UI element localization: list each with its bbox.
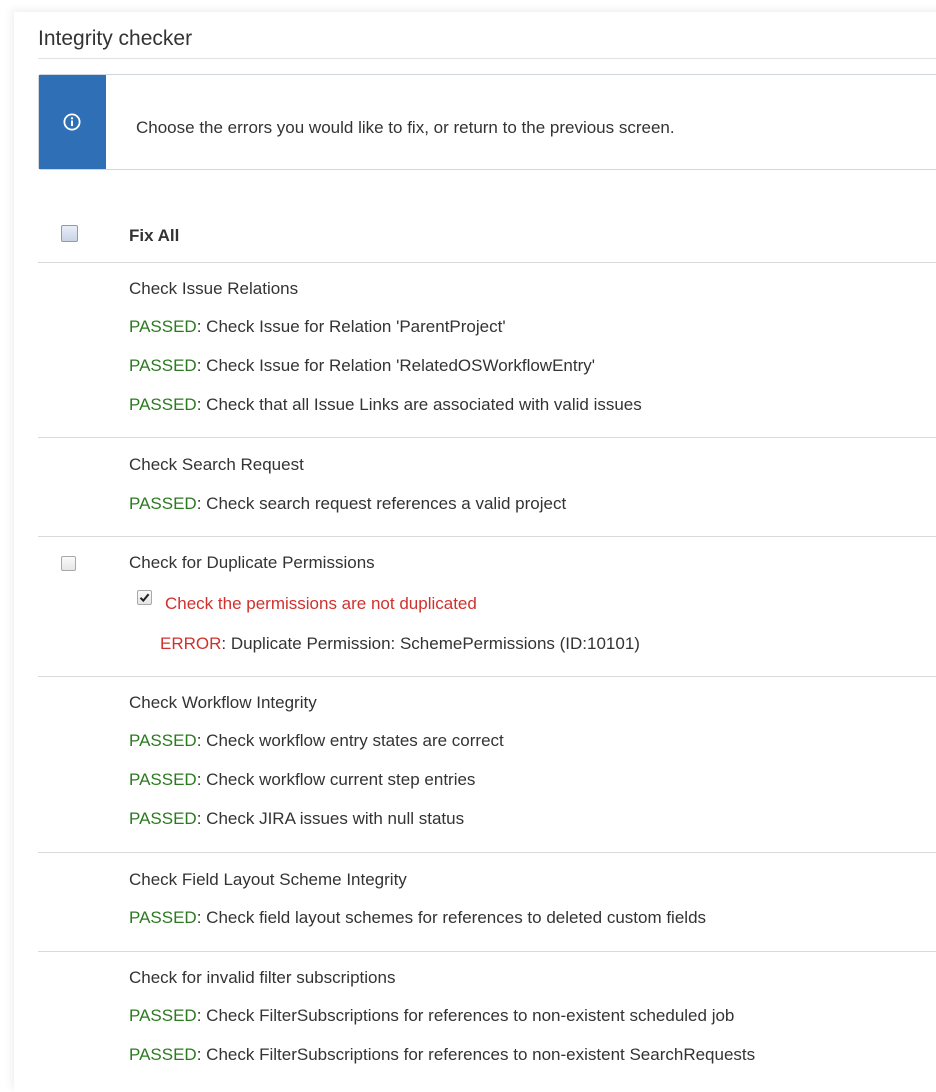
divider xyxy=(38,536,936,537)
subcheck-label: Check the permissions are not duplicated xyxy=(165,594,477,613)
info-accent-bar xyxy=(39,75,106,169)
result-line: PASSED: Check FilterSubscriptions for re… xyxy=(129,1006,734,1026)
divider xyxy=(38,437,936,438)
divider xyxy=(38,676,936,677)
group-title: Check for invalid filter subscriptions xyxy=(129,968,396,987)
status-passed: PASSED xyxy=(129,908,197,927)
divider xyxy=(38,852,936,853)
page-card xyxy=(14,12,936,1092)
result-line: PASSED: Check field layout schemes for r… xyxy=(129,908,706,928)
result-text: : Check that all Issue Links are associa… xyxy=(196,395,642,414)
result-line: PASSED: Check JIRA issues with null stat… xyxy=(129,809,464,829)
result-text: : Check search request references a vali… xyxy=(196,494,567,513)
fix-all-checkbox[interactable] xyxy=(61,225,78,242)
status-passed: PASSED xyxy=(129,317,197,336)
group-title: Check Workflow Integrity xyxy=(129,693,317,712)
result-text: : Check Issue for Relation 'RelatedOSWor… xyxy=(196,356,595,375)
result-text: : Check JIRA issues with null status xyxy=(196,809,465,828)
group-title: Check Issue Relations xyxy=(129,279,299,298)
info-message-box: Choose the errors you would like to fix,… xyxy=(38,74,936,170)
status-passed: PASSED xyxy=(129,809,197,828)
result-line: PASSED: Check Issue for Relation 'Parent… xyxy=(129,317,506,337)
status-passed: PASSED xyxy=(129,731,197,750)
result-text: : Check FilterSubscriptions for referenc… xyxy=(196,1006,735,1025)
result-text: : Check workflow entry states are correc… xyxy=(196,731,504,750)
status-passed: PASSED xyxy=(129,356,197,375)
info-message: Choose the errors you would like to fix,… xyxy=(136,118,675,137)
page-title: Integrity checker xyxy=(38,27,193,50)
group-title: Check Field Layout Scheme Integrity xyxy=(129,870,407,889)
duplicate-permissions-checkbox[interactable] xyxy=(61,556,76,571)
result-line: PASSED: Check FilterSubscriptions for re… xyxy=(129,1045,755,1065)
divider xyxy=(38,262,936,263)
status-passed: PASSED xyxy=(129,494,197,513)
checkmark-icon xyxy=(139,593,150,603)
result-line: PASSED: Check workflow entry states are … xyxy=(129,731,504,751)
status-passed: PASSED xyxy=(129,770,197,789)
result-text: : Check workflow current step entries xyxy=(196,770,476,789)
fix-all-label: Fix All xyxy=(129,226,180,245)
title-divider xyxy=(38,58,936,59)
result-line: PASSED: Check search request references … xyxy=(129,494,566,514)
result-line: PASSED: Check workflow current step entr… xyxy=(129,770,475,790)
status-passed: PASSED xyxy=(129,395,197,414)
result-line: ERROR: Duplicate Permission: SchemePermi… xyxy=(160,634,640,654)
result-text: : Duplicate Permission: SchemePermission… xyxy=(221,634,640,653)
result-text: : Check field layout schemes for referen… xyxy=(196,908,707,927)
status-passed: PASSED xyxy=(129,1006,197,1025)
status-error: ERROR xyxy=(160,634,222,653)
status-passed: PASSED xyxy=(129,1045,197,1064)
group-title: Check Search Request xyxy=(129,455,304,474)
result-text: : Check Issue for Relation 'ParentProjec… xyxy=(196,317,506,336)
result-line: PASSED: Check that all Issue Links are a… xyxy=(129,395,642,415)
info-circle-icon xyxy=(63,113,81,131)
result-text: : Check FilterSubscriptions for referenc… xyxy=(196,1045,756,1064)
divider xyxy=(38,951,936,952)
group-title: Check for Duplicate Permissions xyxy=(129,553,375,572)
result-line: PASSED: Check Issue for Relation 'Relate… xyxy=(129,356,595,376)
permissions-duplicated-checkbox[interactable] xyxy=(137,590,152,605)
